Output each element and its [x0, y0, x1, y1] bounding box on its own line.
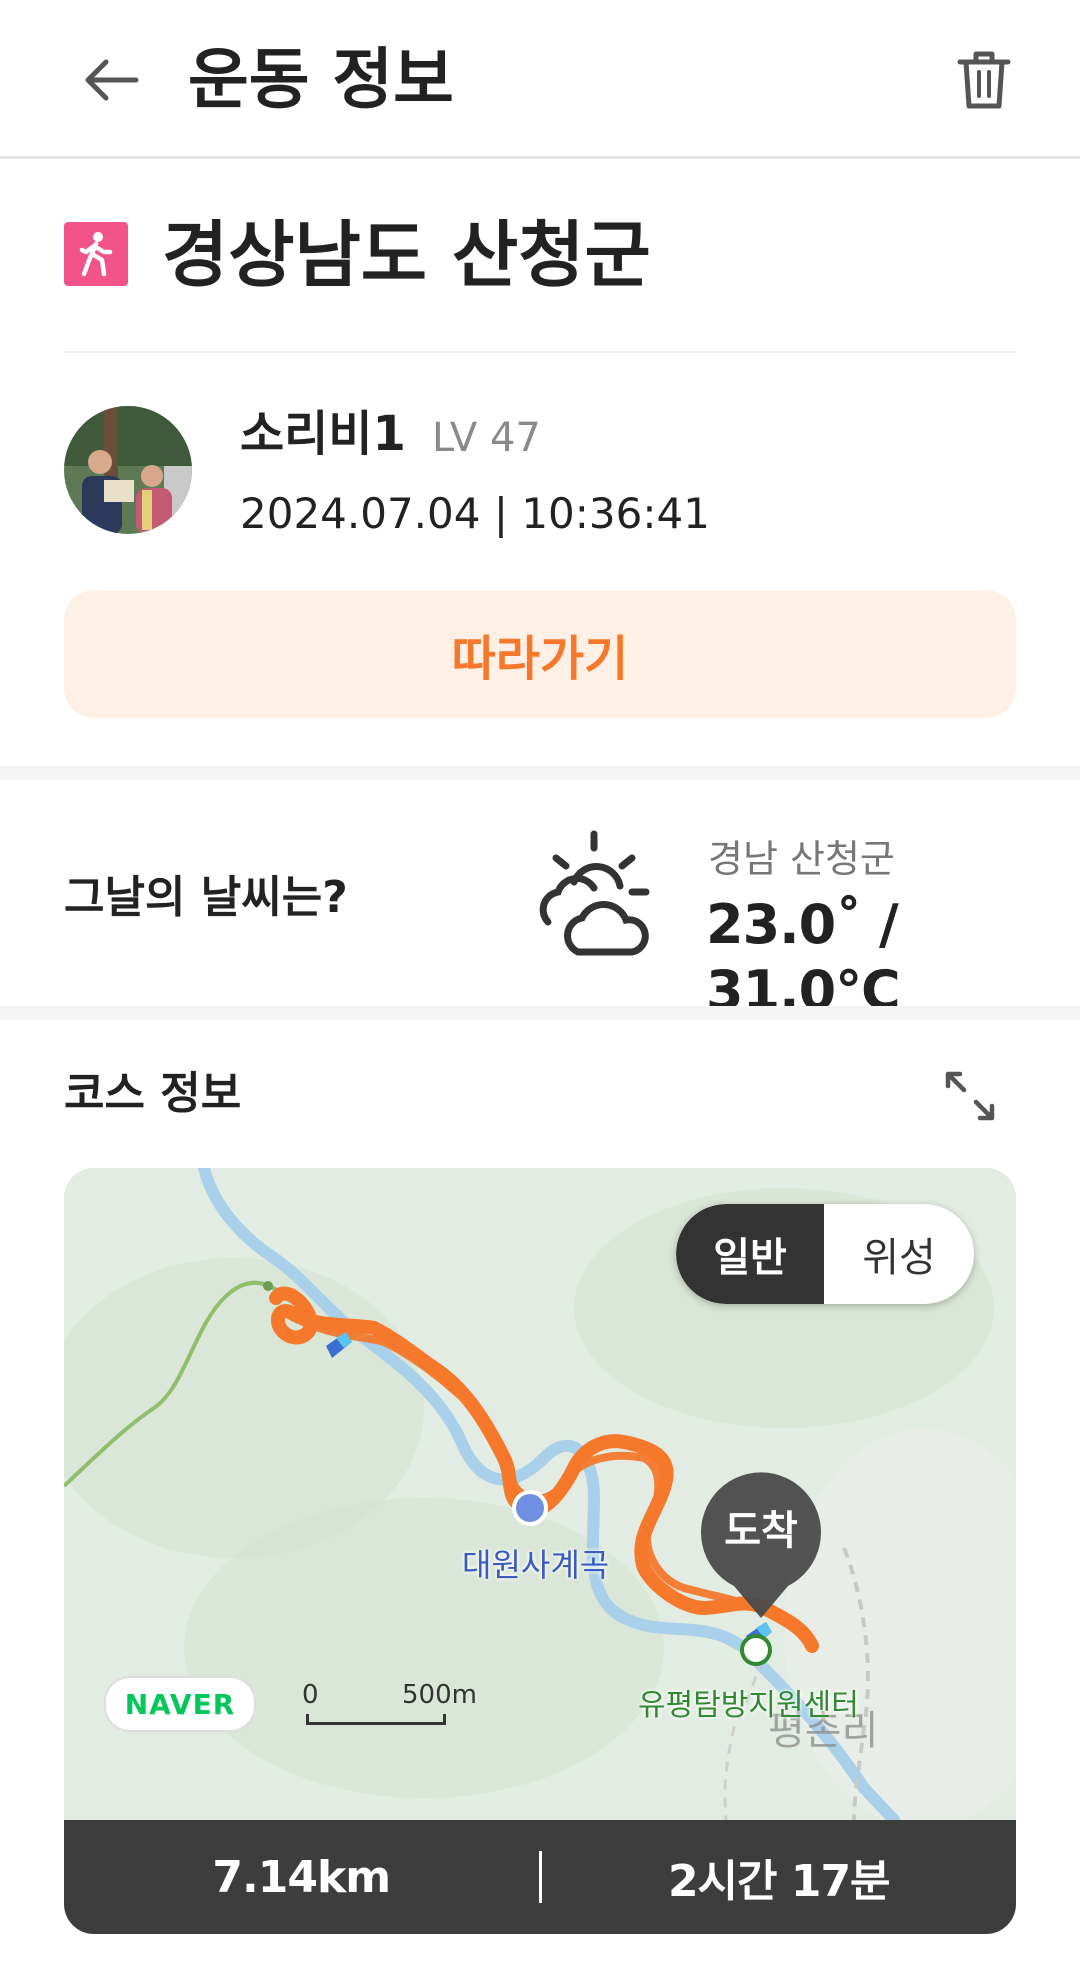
- avatar-photo: [64, 406, 192, 534]
- weather-temperature: 23.0˚ / 31.0℃: [706, 893, 901, 1022]
- naver-logo: NAVER: [104, 1676, 256, 1732]
- course-distance: 7.14km: [212, 1851, 391, 1903]
- map-type-satellite[interactable]: 위성: [824, 1204, 974, 1304]
- expand-map-button[interactable]: [940, 1066, 1000, 1126]
- section-divider: [0, 1006, 1080, 1020]
- course-duration: 2시간 17분: [667, 1856, 891, 1907]
- map-type-normal[interactable]: 일반: [676, 1204, 824, 1304]
- course-title: 코스 정보: [64, 1068, 242, 1119]
- app-header: [0, 0, 1080, 159]
- follow-button-label: 따라가기: [451, 631, 629, 687]
- follow-button[interactable]: 따라가기: [64, 590, 1016, 718]
- trash-icon: [957, 51, 1011, 109]
- course-stats: 7.14km 2시간 17분: [64, 1820, 1016, 1934]
- user-level: LV 47: [432, 415, 541, 461]
- scale-zero-label: 0: [302, 1680, 319, 1710]
- user-name[interactable]: 소리비1: [240, 404, 406, 464]
- walking-icon: [79, 232, 113, 277]
- arrival-marker-label: 도착: [724, 1508, 798, 1554]
- map-label-center: 유평탐방지원센터: [638, 1688, 859, 1723]
- activity-datetime: 2024.07.04 | 10:36:41: [240, 489, 710, 538]
- divider: [64, 351, 1016, 353]
- expand-icon: [945, 1071, 995, 1121]
- map-scale-bar: [306, 1714, 446, 1725]
- back-button[interactable]: [70, 44, 150, 116]
- page-title: 운동 정보: [188, 41, 454, 118]
- walking-badge: [64, 222, 128, 286]
- activity-location: 경상남도 산청군: [162, 213, 651, 297]
- partly-cloudy-icon: [528, 830, 658, 960]
- section-divider: [0, 766, 1080, 780]
- map-type-toggle[interactable]: 일반 위성: [676, 1204, 974, 1304]
- scale-length-label: 500m: [402, 1680, 477, 1710]
- arrow-left-icon: [85, 59, 139, 101]
- avatar[interactable]: [64, 406, 192, 534]
- weather-location: 경남 산청군: [708, 837, 895, 881]
- delete-button[interactable]: [948, 40, 1020, 120]
- map-label-valley: 대원사계곡: [462, 1546, 610, 1584]
- weather-question: 그날의 날씨는?: [64, 872, 348, 923]
